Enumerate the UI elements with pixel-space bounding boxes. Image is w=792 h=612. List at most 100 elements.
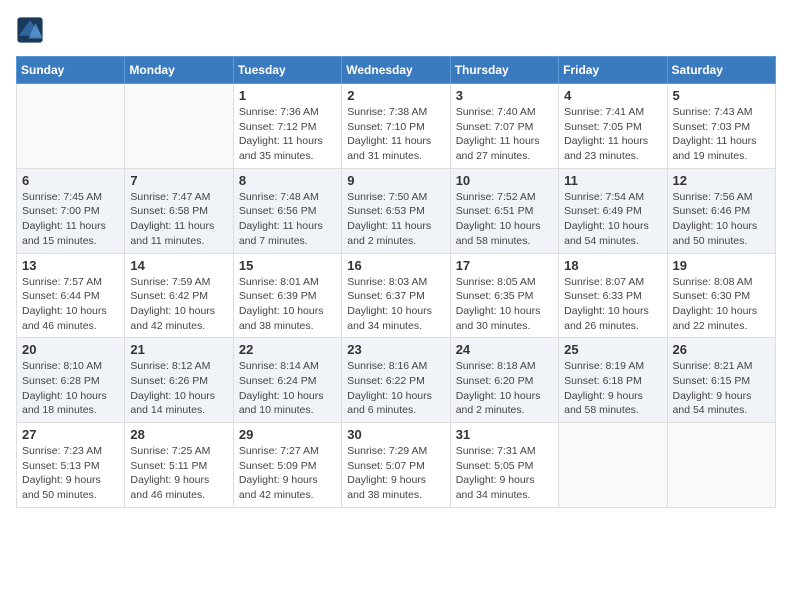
calendar-cell: 27 Sunrise: 7:23 AM Sunset: 5:13 PM Dayli… — [17, 423, 125, 508]
calendar-cell: 21 Sunrise: 8:12 AM Sunset: 6:26 PM Dayli… — [125, 338, 233, 423]
day-info: Sunrise: 8:10 AM Sunset: 6:28 PM Dayligh… — [22, 359, 119, 418]
week-row-3: 13Sunrise: 7:57 AM Sunset: 6:44 PM Dayli… — [17, 253, 776, 338]
day-number: 15 — [239, 258, 336, 273]
day-number: 20 — [22, 342, 119, 357]
calendar-cell: 4 Sunrise: 7:41 AM Sunset: 7:05 PM Daylig… — [559, 84, 667, 169]
day-number: 6 — [22, 173, 119, 188]
day-info: Sunrise: 7:45 AM Sunset: 7:00 PM Dayligh… — [22, 190, 119, 249]
weekday-header-wednesday: Wednesday — [342, 57, 450, 84]
day-info: Sunrise: 7:47 AM Sunset: 6:58 PM Dayligh… — [130, 190, 227, 249]
calendar-cell: 31Sunrise: 7:31 AM Sunset: 5:05 PM Dayli… — [450, 423, 558, 508]
weekday-header-monday: Monday — [125, 57, 233, 84]
page-header — [16, 16, 776, 44]
calendar-cell: 19 Sunrise: 8:08 AM Sunset: 6:30 PM Dayli… — [667, 253, 775, 338]
calendar-cell: 30 Sunrise: 7:29 AM Sunset: 5:07 PM Dayli… — [342, 423, 450, 508]
day-number: 23 — [347, 342, 444, 357]
weekday-header-sunday: Sunday — [17, 57, 125, 84]
day-info: Sunrise: 8:05 AM Sunset: 6:35 PM Dayligh… — [456, 275, 553, 334]
weekday-header-friday: Friday — [559, 57, 667, 84]
day-info: Sunrise: 8:16 AM Sunset: 6:22 PM Dayligh… — [347, 359, 444, 418]
day-number: 9 — [347, 173, 444, 188]
day-info: Sunrise: 7:36 AM Sunset: 7:12 PM Dayligh… — [239, 105, 336, 164]
day-number: 14 — [130, 258, 227, 273]
day-number: 30 — [347, 427, 444, 442]
calendar-cell: 8 Sunrise: 7:48 AM Sunset: 6:56 PM Daylig… — [233, 168, 341, 253]
day-info: Sunrise: 8:08 AM Sunset: 6:30 PM Dayligh… — [673, 275, 770, 334]
weekday-header-tuesday: Tuesday — [233, 57, 341, 84]
week-row-4: 20 Sunrise: 8:10 AM Sunset: 6:28 PM Dayli… — [17, 338, 776, 423]
day-info: Sunrise: 8:18 AM Sunset: 6:20 PM Dayligh… — [456, 359, 553, 418]
logo — [16, 16, 48, 44]
week-row-2: 6 Sunrise: 7:45 AM Sunset: 7:00 PM Daylig… — [17, 168, 776, 253]
day-info: Sunrise: 8:07 AM Sunset: 6:33 PM Dayligh… — [564, 275, 661, 334]
day-info: Sunrise: 7:48 AM Sunset: 6:56 PM Dayligh… — [239, 190, 336, 249]
day-number: 4 — [564, 88, 661, 103]
calendar-cell: 23 Sunrise: 8:16 AM Sunset: 6:22 PM Dayli… — [342, 338, 450, 423]
calendar-cell: 10 Sunrise: 7:52 AM Sunset: 6:51 PM Dayli… — [450, 168, 558, 253]
day-number: 1 — [239, 88, 336, 103]
day-number: 7 — [130, 173, 227, 188]
day-number: 21 — [130, 342, 227, 357]
calendar-cell — [667, 423, 775, 508]
day-info: Sunrise: 7:59 AM Sunset: 6:42 PM Dayligh… — [130, 275, 227, 334]
calendar-table: SundayMondayTuesdayWednesdayThursdayFrid… — [16, 56, 776, 508]
calendar-cell: 11Sunrise: 7:54 AM Sunset: 6:49 PM Dayli… — [559, 168, 667, 253]
day-number: 12 — [673, 173, 770, 188]
day-number: 19 — [673, 258, 770, 273]
calendar-cell: 25 Sunrise: 8:19 AM Sunset: 6:18 PM Dayli… — [559, 338, 667, 423]
day-number: 11 — [564, 173, 661, 188]
calendar-cell: 2 Sunrise: 7:38 AM Sunset: 7:10 PM Daylig… — [342, 84, 450, 169]
calendar-cell: 16 Sunrise: 8:03 AM Sunset: 6:37 PM Dayli… — [342, 253, 450, 338]
day-info: Sunrise: 7:57 AM Sunset: 6:44 PM Dayligh… — [22, 275, 119, 334]
day-info: Sunrise: 7:50 AM Sunset: 6:53 PM Dayligh… — [347, 190, 444, 249]
calendar-cell: 22 Sunrise: 8:14 AM Sunset: 6:24 PM Dayli… — [233, 338, 341, 423]
day-number: 2 — [347, 88, 444, 103]
day-info: Sunrise: 7:25 AM Sunset: 5:11 PM Dayligh… — [130, 444, 227, 503]
day-info: Sunrise: 7:40 AM Sunset: 7:07 PM Dayligh… — [456, 105, 553, 164]
calendar-cell: 3 Sunrise: 7:40 AM Sunset: 7:07 PM Daylig… — [450, 84, 558, 169]
day-number: 22 — [239, 342, 336, 357]
day-info: Sunrise: 8:03 AM Sunset: 6:37 PM Dayligh… — [347, 275, 444, 334]
calendar-cell — [125, 84, 233, 169]
calendar-cell: 29 Sunrise: 7:27 AM Sunset: 5:09 PM Dayli… — [233, 423, 341, 508]
day-number: 28 — [130, 427, 227, 442]
day-number: 27 — [22, 427, 119, 442]
day-number: 10 — [456, 173, 553, 188]
calendar-cell: 14 Sunrise: 7:59 AM Sunset: 6:42 PM Dayli… — [125, 253, 233, 338]
weekday-header-thursday: Thursday — [450, 57, 558, 84]
day-number: 29 — [239, 427, 336, 442]
day-info: Sunrise: 8:14 AM Sunset: 6:24 PM Dayligh… — [239, 359, 336, 418]
day-info: Sunrise: 7:29 AM Sunset: 5:07 PM Dayligh… — [347, 444, 444, 503]
calendar-cell: 17Sunrise: 8:05 AM Sunset: 6:35 PM Dayli… — [450, 253, 558, 338]
calendar-cell: 1 Sunrise: 7:36 AM Sunset: 7:12 PM Daylig… — [233, 84, 341, 169]
week-row-1: 1 Sunrise: 7:36 AM Sunset: 7:12 PM Daylig… — [17, 84, 776, 169]
day-info: Sunrise: 7:41 AM Sunset: 7:05 PM Dayligh… — [564, 105, 661, 164]
day-info: Sunrise: 8:01 AM Sunset: 6:39 PM Dayligh… — [239, 275, 336, 334]
calendar-cell: 12 Sunrise: 7:56 AM Sunset: 6:46 PM Dayli… — [667, 168, 775, 253]
calendar-cell: 20 Sunrise: 8:10 AM Sunset: 6:28 PM Dayli… — [17, 338, 125, 423]
day-info: Sunrise: 8:21 AM Sunset: 6:15 PM Dayligh… — [673, 359, 770, 418]
day-number: 16 — [347, 258, 444, 273]
calendar-cell: 24Sunrise: 8:18 AM Sunset: 6:20 PM Dayli… — [450, 338, 558, 423]
day-info: Sunrise: 7:23 AM Sunset: 5:13 PM Dayligh… — [22, 444, 119, 503]
calendar-cell: 5Sunrise: 7:43 AM Sunset: 7:03 PM Daylig… — [667, 84, 775, 169]
calendar-cell: 15 Sunrise: 8:01 AM Sunset: 6:39 PM Dayli… — [233, 253, 341, 338]
calendar-cell: 7 Sunrise: 7:47 AM Sunset: 6:58 PM Daylig… — [125, 168, 233, 253]
day-info: Sunrise: 7:31 AM Sunset: 5:05 PM Dayligh… — [456, 444, 553, 503]
day-info: Sunrise: 7:43 AM Sunset: 7:03 PM Dayligh… — [673, 105, 770, 164]
day-number: 18 — [564, 258, 661, 273]
day-number: 8 — [239, 173, 336, 188]
calendar-cell — [17, 84, 125, 169]
day-info: Sunrise: 7:27 AM Sunset: 5:09 PM Dayligh… — [239, 444, 336, 503]
day-info: Sunrise: 7:56 AM Sunset: 6:46 PM Dayligh… — [673, 190, 770, 249]
weekday-header-row: SundayMondayTuesdayWednesdayThursdayFrid… — [17, 57, 776, 84]
day-number: 3 — [456, 88, 553, 103]
day-info: Sunrise: 8:12 AM Sunset: 6:26 PM Dayligh… — [130, 359, 227, 418]
day-info: Sunrise: 8:19 AM Sunset: 6:18 PM Dayligh… — [564, 359, 661, 418]
calendar-cell: 26Sunrise: 8:21 AM Sunset: 6:15 PM Dayli… — [667, 338, 775, 423]
day-info: Sunrise: 7:52 AM Sunset: 6:51 PM Dayligh… — [456, 190, 553, 249]
calendar-cell: 13Sunrise: 7:57 AM Sunset: 6:44 PM Dayli… — [17, 253, 125, 338]
day-info: Sunrise: 7:38 AM Sunset: 7:10 PM Dayligh… — [347, 105, 444, 164]
calendar-cell: 28 Sunrise: 7:25 AM Sunset: 5:11 PM Dayli… — [125, 423, 233, 508]
day-number: 25 — [564, 342, 661, 357]
